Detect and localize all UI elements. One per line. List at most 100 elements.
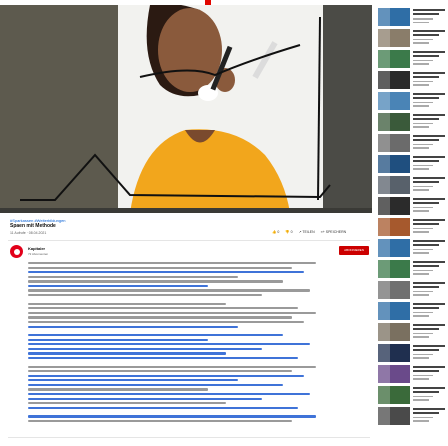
recommended-video-meta [413, 294, 429, 296]
recommended-video-title [413, 348, 439, 351]
recommended-video-thumbnail[interactable] [378, 196, 410, 215]
channel-avatar[interactable] [10, 245, 23, 258]
recommended-video-title [413, 9, 445, 11]
recommended-video-thumbnail[interactable] [378, 406, 410, 425]
recommended-video-thumbnail[interactable] [378, 112, 410, 131]
recommended-video[interactable] [378, 385, 448, 405]
recommended-video-thumbnail[interactable] [378, 238, 410, 257]
recommended-video-title [413, 407, 445, 410]
recommended-video-thumbnail[interactable] [378, 28, 410, 47]
recommended-video-title [413, 71, 445, 74]
recommended-video[interactable] [378, 364, 448, 384]
recommended-video-thumbnail[interactable] [378, 301, 410, 320]
recommended-video-meta [413, 395, 433, 398]
description-link[interactable] [28, 352, 226, 355]
recommended-video[interactable] [378, 112, 448, 132]
recommended-video-meta [413, 248, 433, 251]
description-link[interactable] [28, 356, 298, 360]
divider [8, 437, 370, 438]
view-count-date: 11 Aufrufe · 08.04.2021 [10, 231, 47, 235]
recommended-video-thumbnail[interactable] [378, 280, 410, 299]
recommended-video-thumbnail[interactable] [378, 49, 410, 68]
description-link[interactable] [28, 343, 310, 346]
recommended-video-meta [413, 21, 429, 23]
recommended-video-title [413, 285, 439, 288]
recommended-video-thumbnail[interactable] [378, 259, 410, 278]
description-link[interactable] [28, 383, 283, 387]
recommended-video[interactable] [378, 49, 448, 69]
description-link[interactable] [28, 415, 316, 418]
channel-name[interactable]: Kapitaler [28, 246, 45, 251]
description-link[interactable] [28, 325, 238, 328]
recommended-video-thumbnail[interactable] [378, 385, 410, 404]
recommended-video-meta [413, 290, 433, 293]
recommended-video[interactable] [378, 322, 448, 342]
description-link[interactable] [28, 334, 283, 337]
description-link[interactable] [28, 406, 298, 409]
recommended-video-thumbnail[interactable] [378, 364, 410, 383]
recommended-video-title [413, 264, 439, 267]
recommended-video-meta [413, 332, 433, 335]
subscriber-count: 72 Abonnenten [28, 252, 49, 256]
recommended-video[interactable] [378, 343, 448, 363]
recommended-video-meta [413, 357, 429, 359]
recommended-video-thumbnail[interactable] [378, 91, 410, 110]
recommended-video-title [413, 218, 445, 221]
recommended-video-thumbnail[interactable] [378, 70, 410, 89]
recommended-video[interactable] [378, 154, 448, 174]
recommended-video-thumbnail[interactable] [378, 154, 410, 173]
description-link[interactable] [28, 338, 208, 341]
video-actions: 👍 0 👎 0 ↗ TEILEN ≡+ SPEICHERN [272, 230, 346, 234]
recommended-video[interactable] [378, 28, 448, 48]
recommended-video-title [413, 96, 439, 99]
description-link[interactable] [28, 379, 238, 382]
recommended-video-thumbnail[interactable] [378, 8, 410, 26]
recommended-video-title [413, 75, 439, 78]
recommended-video[interactable] [378, 217, 448, 237]
divider [8, 240, 370, 241]
recommended-video[interactable] [378, 70, 448, 90]
recommended-video-meta [413, 42, 429, 44]
recommended-video[interactable] [378, 133, 448, 153]
recommended-video-title [413, 306, 439, 309]
description-link[interactable] [28, 347, 262, 351]
description-link[interactable] [28, 397, 262, 400]
description-link[interactable] [28, 374, 304, 377]
recommended-video[interactable] [378, 238, 448, 258]
recommended-video-meta [413, 101, 433, 104]
recommended-video[interactable] [378, 196, 448, 216]
recommended-video-thumbnail[interactable] [378, 217, 410, 236]
description-text-line [28, 402, 226, 405]
recommended-video-title [413, 302, 445, 305]
recommended-video-meta [413, 416, 433, 419]
description-link[interactable] [28, 271, 304, 274]
recommended-video-meta [413, 378, 429, 380]
recommended-video-meta [413, 353, 433, 356]
dislike-button[interactable]: 👎 0 [285, 230, 292, 234]
recommended-video[interactable] [378, 406, 448, 426]
recommended-video-title [413, 155, 445, 158]
recommended-video[interactable] [378, 259, 448, 279]
recommended-video[interactable] [378, 280, 448, 300]
like-button[interactable]: 👍 0 [272, 230, 279, 234]
recommended-video[interactable] [378, 91, 448, 111]
description-link[interactable] [28, 284, 208, 288]
description-link[interactable] [28, 393, 310, 396]
recommended-video-title [413, 411, 439, 414]
recommended-video-title [413, 197, 445, 200]
recommended-video-meta [413, 168, 429, 170]
video-player[interactable] [0, 5, 372, 213]
recommended-video[interactable] [378, 175, 448, 195]
recommended-video-thumbnail[interactable] [378, 133, 410, 152]
recommended-video[interactable] [378, 301, 448, 321]
recommended-video-thumbnail[interactable] [378, 175, 410, 194]
recommended-video[interactable] [378, 8, 448, 27]
recommended-video-meta [413, 189, 429, 191]
video-frame [0, 5, 372, 213]
recommended-video-thumbnail[interactable] [378, 343, 410, 362]
subscribe-button[interactable]: ABONNIEREN [339, 246, 369, 255]
share-button[interactable]: ↗ TEILEN [299, 230, 315, 234]
recommended-video-thumbnail[interactable] [378, 322, 410, 341]
save-button[interactable]: ≡+ SPEICHERN [321, 230, 346, 234]
recommended-video-meta [413, 164, 433, 167]
